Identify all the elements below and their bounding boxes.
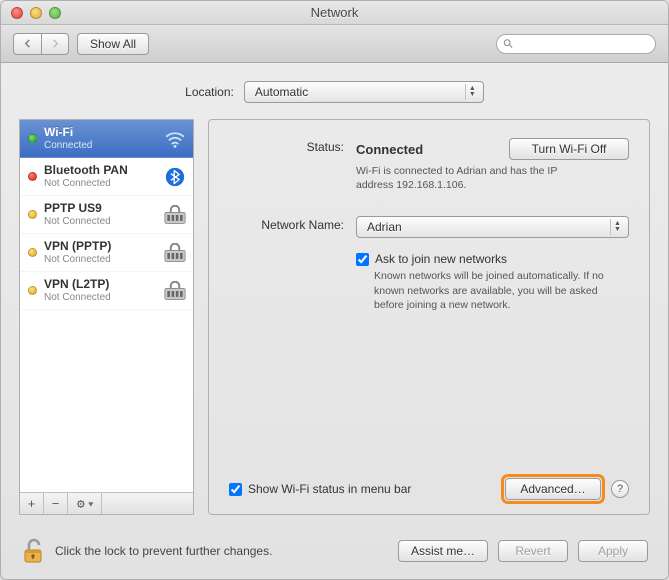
service-text: VPN (L2TP)Not Connected [44,278,156,302]
wifi-icon [163,127,187,151]
ask-join-description: Known networks will be joined automatica… [374,269,604,312]
window-title: Network [1,5,668,20]
chevron-right-icon [51,39,60,48]
status-value: Connected [356,142,423,157]
status-dot-icon [28,210,37,219]
network-prefs-window: Network Show All Location: Automatic ▲▼ … [0,0,669,580]
search-field[interactable] [496,34,656,54]
back-button[interactable] [13,33,41,55]
status-dot-icon [28,172,37,181]
service-item[interactable]: PPTP US9Not Connected [20,196,193,234]
lock-text: Click the lock to prevent further change… [55,544,272,558]
service-text: Bluetooth PANNot Connected [44,164,156,188]
toolbar: Show All [1,25,668,63]
vpn-icon [163,241,187,265]
network-name-value: Adrian [367,220,402,234]
search-input[interactable] [517,38,649,50]
service-status: Not Connected [44,216,156,227]
main-area: Wi-FiConnectedBluetooth PANNot Connected… [1,119,668,527]
bluetooth-icon [163,165,187,189]
status-description: Wi-Fi is connected to Adrian and has the… [356,164,586,192]
location-label: Location: [185,85,234,99]
show-menubar-checkbox-row[interactable]: Show Wi-Fi status in menu bar [229,482,411,496]
ask-join-label: Ask to join new networks [375,252,507,266]
action-menu-button[interactable] [68,493,102,514]
service-status: Not Connected [44,254,156,265]
location-row: Location: Automatic ▲▼ [1,63,668,119]
service-name: Bluetooth PAN [44,164,156,177]
titlebar: Network [1,1,668,25]
service-text: PPTP US9Not Connected [44,202,156,226]
service-name: Wi-Fi [44,126,156,139]
network-name-label: Network Name: [229,216,344,232]
ask-join-checkbox-row[interactable]: Ask to join new networks [356,252,629,266]
unlock-icon [21,537,47,565]
sidebar-footer: + − [20,492,193,514]
apply-button[interactable]: Apply [578,540,648,562]
ask-join-checkbox[interactable] [356,253,369,266]
search-icon [503,38,513,49]
service-item[interactable]: Wi-FiConnected [20,120,193,158]
show-menubar-checkbox[interactable] [229,483,242,496]
updown-caret-icon: ▲▼ [610,219,624,235]
bottom-buttons: Assist me… Revert Apply [398,540,648,562]
service-sidebar: Wi-FiConnectedBluetooth PANNot Connected… [19,119,194,515]
bottom-bar: Click the lock to prevent further change… [1,527,668,579]
service-item[interactable]: VPN (PPTP)Not Connected [20,234,193,272]
show-menubar-label: Show Wi-Fi status in menu bar [248,482,411,496]
service-name: PPTP US9 [44,202,156,215]
remove-service-button[interactable]: − [44,493,68,514]
forward-button[interactable] [41,33,69,55]
service-item[interactable]: Bluetooth PANNot Connected [20,158,193,196]
revert-button[interactable]: Revert [498,540,568,562]
advanced-button[interactable]: Advanced… [505,478,601,500]
help-button[interactable]: ? [611,480,629,498]
service-status: Connected [44,140,156,151]
status-dot-icon [28,134,37,143]
service-text: Wi-FiConnected [44,126,156,150]
nav-segment [13,33,69,55]
status-dot-icon [28,248,37,257]
service-text: VPN (PPTP)Not Connected [44,240,156,264]
service-name: VPN (PPTP) [44,240,156,253]
vpn-icon [163,203,187,227]
advanced-highlight: Advanced… [503,476,603,502]
updown-caret-icon: ▲▼ [465,84,479,100]
service-status: Not Connected [44,292,156,303]
turn-wifi-off-button[interactable]: Turn Wi-Fi Off [509,138,629,160]
gear-dropdown-icon [75,498,95,510]
service-list: Wi-FiConnectedBluetooth PANNot Connected… [20,120,193,492]
lock-group[interactable]: Click the lock to prevent further change… [21,537,388,565]
detail-panel: Status: Connected Turn Wi-Fi Off Wi-Fi i… [208,119,650,515]
status-dot-icon [28,286,37,295]
location-select[interactable]: Automatic ▲▼ [244,81,484,103]
add-service-button[interactable]: + [20,493,44,514]
assist-me-button[interactable]: Assist me… [398,540,488,562]
network-name-select[interactable]: Adrian ▲▼ [356,216,629,238]
location-value: Automatic [255,85,308,99]
service-item[interactable]: VPN (L2TP)Not Connected [20,272,193,310]
service-name: VPN (L2TP) [44,278,156,291]
status-label: Status: [229,138,344,154]
service-status: Not Connected [44,178,156,189]
chevron-left-icon [23,39,32,48]
vpn-icon [163,279,187,303]
show-all-button[interactable]: Show All [77,33,149,55]
